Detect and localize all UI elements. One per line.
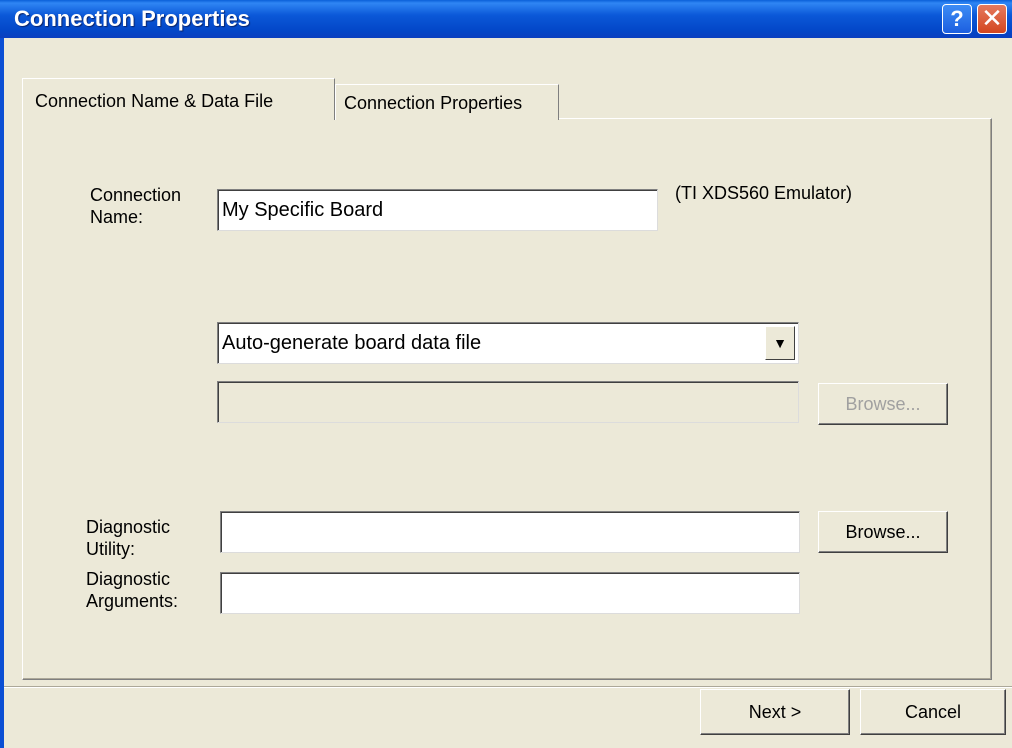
window-title: Connection Properties (14, 6, 250, 31)
cancel-button[interactable]: Cancel (860, 689, 1006, 735)
tab-connection-name-data-file[interactable]: Connection Name & Data File (22, 78, 335, 120)
window-frame (0, 38, 4, 748)
close-icon[interactable]: ✕ (977, 4, 1007, 34)
tab-connection-properties[interactable]: Connection Properties (335, 84, 559, 120)
footer-divider (4, 686, 1012, 688)
connection-properties-dialog: Connection Properties ? ✕ Connection Nam… (0, 0, 1012, 748)
next-button[interactable]: Next > (700, 689, 850, 735)
tab-panel (22, 118, 992, 680)
tab-label: Connection Name & Data File (35, 91, 274, 111)
tab-label: Connection Properties (344, 93, 523, 113)
help-icon[interactable]: ? (942, 4, 972, 34)
title-bar[interactable]: Connection Properties ? ✕ (0, 0, 1012, 38)
